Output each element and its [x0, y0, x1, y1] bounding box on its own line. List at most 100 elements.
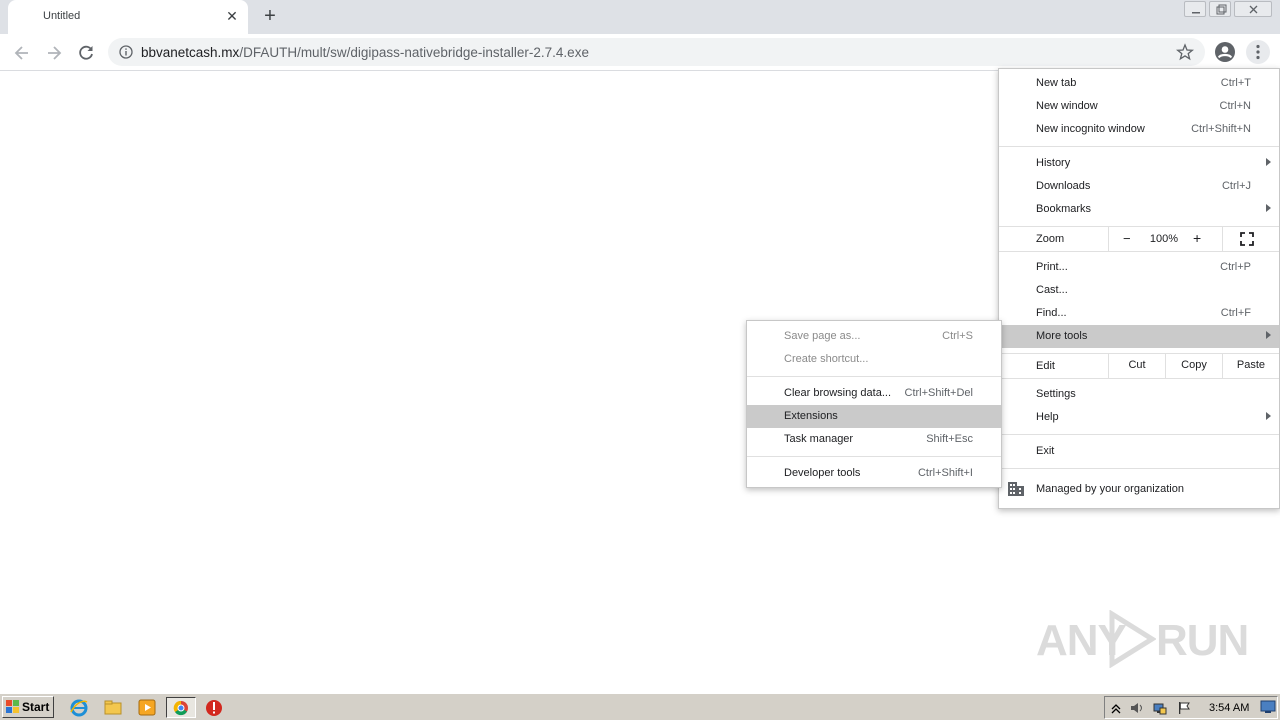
info-icon[interactable]	[119, 45, 133, 59]
submenu-arrow-icon	[1266, 158, 1271, 166]
menu-item-label: Settings	[1036, 388, 1076, 400]
show-hidden-icons-icon[interactable]	[1109, 701, 1123, 715]
paste-button[interactable]: Paste	[1222, 354, 1279, 378]
menu-item-help[interactable]: Help	[999, 406, 1279, 429]
back-button[interactable]	[10, 41, 34, 65]
window-minimize-button[interactable]	[1184, 1, 1206, 17]
start-button[interactable]: Start	[2, 696, 54, 718]
menu-item-shortcut: Ctrl+P	[1220, 261, 1251, 273]
menu-item-settings[interactable]: Settings	[999, 383, 1279, 406]
tab-close-icon[interactable]: ✕	[224, 8, 240, 24]
zoom-in-button[interactable]: +	[1193, 230, 1201, 246]
submenu-item-developer-tools[interactable]: Developer tools Ctrl+Shift+I	[747, 462, 1001, 485]
menu-item-history[interactable]: History	[999, 152, 1279, 175]
menu-separator	[999, 146, 1279, 147]
submenu-item-task-manager[interactable]: Task manager Shift+Esc	[747, 428, 1001, 451]
more-tools-submenu: Save page as... Ctrl+S Create shortcut..…	[746, 320, 1002, 488]
menu-item-label: Extensions	[784, 410, 838, 422]
menu-item-new-incognito-window[interactable]: New incognito window Ctrl+Shift+N	[999, 118, 1279, 141]
menu-item-shortcut: Ctrl+N	[1219, 100, 1251, 112]
tab-title: Untitled	[43, 10, 81, 22]
profile-avatar-icon[interactable]	[1214, 41, 1236, 63]
menu-item-label: Bookmarks	[1036, 203, 1092, 215]
menu-item-cast[interactable]: Cast...	[999, 279, 1279, 302]
menu-item-label: Print...	[1036, 261, 1068, 273]
menu-item-shortcut: Ctrl+J	[1221, 180, 1251, 192]
taskbar-clock[interactable]: 3:54 AM	[1209, 702, 1249, 714]
watermark-text-right: RUN	[1156, 616, 1249, 665]
url-host: bbvanetcash.mx	[141, 45, 240, 60]
cut-button[interactable]: Cut	[1108, 354, 1165, 378]
url-text[interactable]: bbvanetcash.mx/DFAUTH/mult/sw/digipass-n…	[141, 45, 589, 60]
restore-icon	[1216, 4, 1227, 15]
menu-item-exit[interactable]: Exit	[999, 440, 1279, 463]
vertical-dots-icon	[1256, 44, 1260, 60]
play-logo-icon	[1109, 610, 1156, 668]
menu-item-new-tab[interactable]: New tab Ctrl+T	[999, 72, 1279, 95]
url-path: /DFAUTH/mult/sw/digipass-nativebridge-in…	[239, 45, 589, 60]
menu-item-shortcut: Ctrl+S	[942, 330, 973, 342]
menu-separator	[999, 378, 1279, 379]
close-icon	[1249, 5, 1258, 14]
menu-item-label: New incognito window	[1036, 123, 1145, 135]
zoom-out-button[interactable]: −	[1123, 231, 1131, 246]
reload-icon	[79, 45, 93, 60]
window-restore-button[interactable]	[1209, 1, 1231, 17]
media-player-icon[interactable]	[136, 697, 158, 718]
start-label: Start	[22, 700, 50, 714]
submenu-arrow-icon	[1266, 204, 1271, 212]
menu-separator	[999, 468, 1279, 469]
zoom-label: Zoom	[1036, 233, 1065, 245]
windows-taskbar: Start 3:54 AM	[0, 693, 1280, 720]
menu-item-find[interactable]: Find... Ctrl+F	[999, 302, 1279, 325]
menu-item-managed-by-organization[interactable]: Managed by your organization	[999, 477, 1279, 501]
menu-item-downloads[interactable]: Downloads Ctrl+J	[999, 175, 1279, 198]
stop-icon[interactable]	[203, 697, 225, 718]
browser-tab[interactable]: Untitled ✕	[8, 0, 248, 34]
folder-icon[interactable]	[102, 697, 124, 718]
zoom-level: 100%	[1149, 233, 1179, 245]
menu-item-shortcut: Ctrl+F	[1220, 307, 1251, 319]
menu-item-shortcut: Ctrl+Shift+N	[1191, 123, 1251, 135]
menu-item-shortcut: Ctrl+Shift+Del	[904, 387, 973, 399]
address-bar[interactable]: bbvanetcash.mx/DFAUTH/mult/sw/digipass-n…	[108, 38, 1205, 66]
reload-button[interactable]	[74, 41, 98, 65]
menu-item-more-tools[interactable]: More tools	[999, 325, 1279, 348]
window-close-button[interactable]	[1234, 1, 1272, 17]
submenu-item-extensions[interactable]: Extensions	[747, 405, 1001, 428]
submenu-item-create-shortcut[interactable]: Create shortcut...	[747, 348, 1001, 371]
network-icon[interactable]	[1153, 701, 1167, 715]
menu-item-print[interactable]: Print... Ctrl+P	[999, 256, 1279, 279]
bookmark-star-icon[interactable]	[1176, 43, 1194, 61]
menu-item-bookmarks[interactable]: Bookmarks	[999, 198, 1279, 221]
ie-icon[interactable]	[68, 697, 90, 718]
menu-item-label: New tab	[1036, 77, 1077, 89]
windows-logo-icon	[6, 700, 19, 713]
forward-button[interactable]	[42, 41, 66, 65]
action-center-flag-icon[interactable]	[1177, 701, 1191, 715]
system-tray: 3:54 AM	[1104, 696, 1278, 719]
submenu-item-clear-browsing-data[interactable]: Clear browsing data... Ctrl+Shift+Del	[747, 382, 1001, 405]
menu-separator	[999, 251, 1279, 252]
menu-separator	[747, 456, 1001, 457]
copy-button[interactable]: Copy	[1165, 354, 1222, 378]
menu-item-new-window[interactable]: New window Ctrl+N	[999, 95, 1279, 118]
building-icon	[1008, 482, 1024, 496]
new-tab-button[interactable]: +	[259, 6, 281, 28]
menu-item-label: History	[1036, 157, 1071, 169]
chrome-menu-button[interactable]	[1246, 40, 1270, 64]
menu-item-label: Cast...	[1036, 284, 1068, 296]
anyrun-watermark: ANY RUN	[1036, 608, 1249, 670]
tab-strip: Untitled ✕ +	[0, 0, 1280, 34]
menu-item-label: Exit	[1036, 445, 1055, 457]
menu-item-shortcut: Ctrl+T	[1220, 77, 1251, 89]
fullscreen-icon[interactable]	[1240, 232, 1254, 246]
volume-icon[interactable]	[1129, 701, 1143, 715]
forward-arrow-icon	[48, 46, 62, 60]
chrome-icon[interactable]	[166, 697, 196, 718]
menu-item-shortcut: Shift+Esc	[926, 433, 973, 445]
show-desktop-icon[interactable]	[1260, 700, 1276, 714]
menu-item-label: Find...	[1036, 307, 1067, 319]
menu-edit-row: Edit Cut Copy Paste	[999, 354, 1279, 378]
submenu-item-save-page[interactable]: Save page as... Ctrl+S	[747, 325, 1001, 348]
